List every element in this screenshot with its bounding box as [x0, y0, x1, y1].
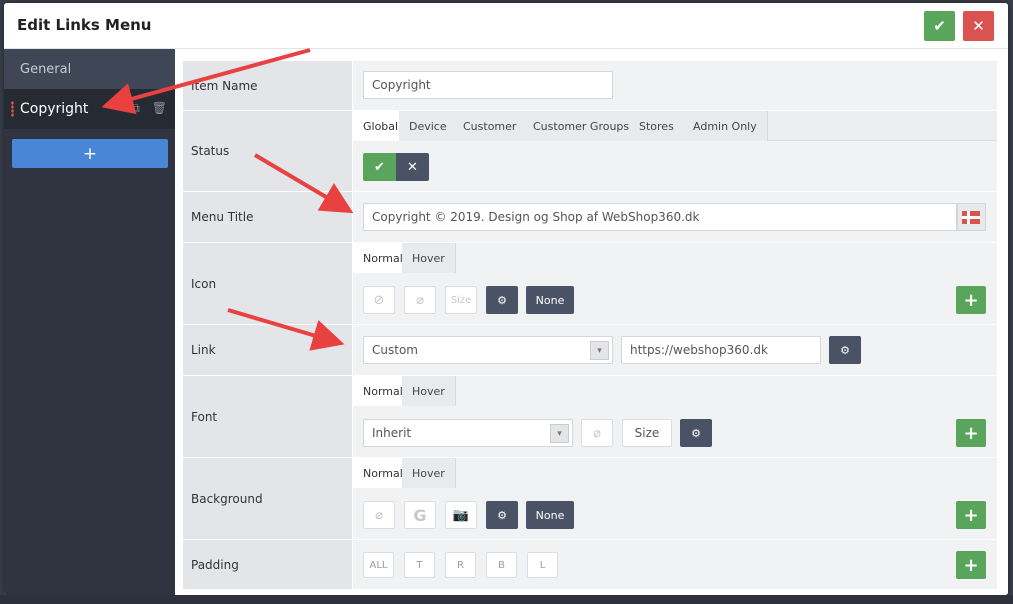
tab-customer[interactable]: Customer: [453, 111, 528, 141]
sidebar-item-general[interactable]: General: [4, 49, 175, 89]
row-padding: Padding ALL T R B L +: [183, 539, 997, 589]
item-name-label: Item Name: [183, 61, 352, 110]
padding-bottom-button[interactable]: B: [486, 552, 517, 578]
sidebar: General Copyright ⧉ 🗑 +: [4, 49, 175, 595]
padding-all-button[interactable]: ALL: [363, 552, 394, 578]
background-none-button[interactable]: None: [526, 501, 574, 529]
gear-icon: ⚙: [497, 508, 507, 522]
copy-icon[interactable]: ⧉: [131, 101, 140, 116]
color-drop-slash-icon: ⌀: [416, 292, 424, 308]
link-label: Link: [183, 325, 352, 375]
close-button[interactable]: ✕: [963, 11, 994, 41]
status-disabled-toggle[interactable]: ✕: [396, 153, 429, 181]
danish-flag-icon: [962, 211, 980, 224]
status-label: Status: [183, 111, 352, 191]
row-item-name: Item Name Copyright: [183, 60, 997, 110]
link-settings-button[interactable]: ⚙: [829, 336, 861, 364]
save-button[interactable]: ✔: [924, 11, 955, 41]
font-label: Font: [183, 376, 352, 457]
modal-title: Edit Links Menu: [17, 16, 152, 34]
menu-title-label: Menu Title: [183, 192, 352, 242]
row-font: Font Normal Hover Inherit ▾ ⌀ Size ⚙ +: [183, 375, 997, 457]
background-label: Background: [183, 458, 352, 539]
icon-size-button[interactable]: Size: [445, 286, 477, 314]
drag-handle-icon[interactable]: [11, 101, 14, 117]
tab-icon-hover[interactable]: Hover: [402, 243, 456, 273]
padding-label: Padding: [183, 540, 352, 589]
font-family-value: Inherit: [372, 426, 412, 440]
modal-header: Edit Links Menu ✔ ✕: [4, 3, 1008, 49]
row-icon: Icon Normal Hover ⊘ ⌀ Size ⚙ None +: [183, 242, 997, 324]
ban-icon: ⊘: [373, 292, 385, 308]
tab-font-hover[interactable]: Hover: [402, 376, 456, 406]
no-icon-button[interactable]: ⊘: [363, 286, 395, 314]
background-page-strip: [0, 595, 1013, 604]
chevron-down-icon: ▾: [590, 341, 609, 360]
trash-icon[interactable]: 🗑: [152, 101, 167, 116]
link-type-value: Custom: [372, 343, 418, 357]
icon-settings-button[interactable]: ⚙: [486, 286, 518, 314]
background-color-button[interactable]: ⌀: [363, 501, 395, 529]
tab-background-hover[interactable]: Hover: [402, 458, 456, 488]
sidebar-item-label: Copyright: [20, 101, 89, 117]
row-menu-title: Menu Title Copyright © 2019. Design og S…: [183, 191, 997, 242]
padding-right-button[interactable]: R: [445, 552, 476, 578]
gear-icon: ⚙: [691, 426, 701, 440]
icon-add-button[interactable]: +: [956, 286, 986, 314]
tab-stores[interactable]: Stores: [629, 111, 685, 141]
font-settings-button[interactable]: ⚙: [680, 419, 712, 447]
link-url-input[interactable]: https://webshop360.dk: [621, 336, 821, 364]
background-gradient-button[interactable]: G: [404, 501, 436, 529]
padding-add-button[interactable]: +: [956, 551, 986, 579]
sidebar-item-copyright[interactable]: Copyright ⧉ 🗑: [4, 89, 175, 129]
background-settings-button[interactable]: ⚙: [486, 501, 518, 529]
font-size-button[interactable]: Size: [622, 419, 672, 447]
font-family-select[interactable]: Inherit ▾: [363, 419, 573, 447]
status-enabled-toggle[interactable]: ✔: [363, 153, 396, 181]
tab-device[interactable]: Device: [399, 111, 458, 141]
item-name-input[interactable]: Copyright: [363, 71, 613, 99]
close-icon: ✕: [972, 17, 985, 35]
row-status: Status Global Device Customer Customer G…: [183, 110, 997, 191]
link-type-select[interactable]: Custom ▾: [363, 336, 613, 364]
language-selector[interactable]: [957, 203, 986, 231]
menu-title-input[interactable]: Copyright © 2019. Design og Shop af WebS…: [363, 203, 957, 231]
add-menu-item-button[interactable]: +: [12, 139, 168, 168]
edit-links-modal: Edit Links Menu ✔ ✕ General Copyright ⧉ …: [4, 3, 1008, 595]
padding-left-button[interactable]: L: [527, 552, 558, 578]
status-tabs: Global Device Customer Customer Groups S…: [353, 111, 997, 141]
tab-admin-only[interactable]: Admin Only: [683, 111, 768, 141]
icon-label: Icon: [183, 243, 352, 324]
icon-none-button[interactable]: None: [526, 286, 574, 314]
icon-color-button[interactable]: ⌀: [404, 286, 436, 314]
row-link: Link Custom ▾ https://webshop360.dk ⚙: [183, 324, 997, 375]
form-content: Item Name Copyright Status Global Device…: [175, 49, 1008, 595]
tab-customer-groups[interactable]: Customer Groups: [523, 111, 641, 141]
background-add-button[interactable]: +: [956, 501, 986, 529]
check-icon: ✔: [933, 17, 946, 35]
chevron-down-icon: ▾: [550, 424, 569, 443]
font-color-button[interactable]: ⌀: [581, 419, 613, 447]
gear-icon: ⚙: [497, 293, 507, 307]
color-drop-slash-icon: ⌀: [375, 507, 383, 523]
color-drop-slash-icon: ⌀: [593, 425, 601, 441]
padding-top-button[interactable]: T: [404, 552, 435, 578]
background-image-button[interactable]: 📷: [445, 501, 477, 529]
gear-icon: ⚙: [840, 343, 850, 357]
camera-icon: 📷: [452, 507, 470, 523]
row-background: Background Normal Hover ⌀ G 📷 ⚙ None +: [183, 457, 997, 539]
font-add-button[interactable]: +: [956, 419, 986, 447]
